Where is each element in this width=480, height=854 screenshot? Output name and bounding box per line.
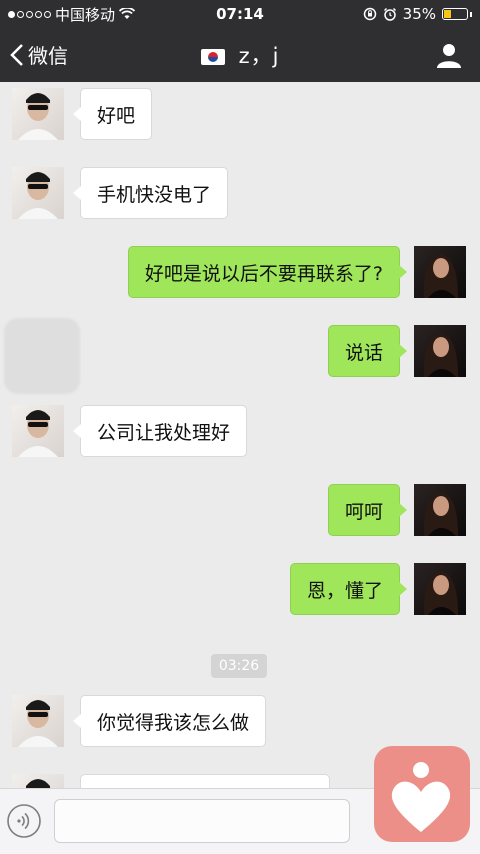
message-input[interactable] (54, 799, 350, 843)
message-bubble-sent[interactable]: 恩，懂了 (289, 563, 408, 615)
status-right: 35% (363, 5, 472, 23)
user-profile-icon (437, 44, 461, 68)
contact-avatar[interactable] (12, 167, 64, 219)
status-bar: 中国移动 07:14 35% (0, 0, 480, 28)
chat-title-text: z，j (238, 44, 280, 68)
contact-avatar[interactable] (12, 405, 64, 457)
heart-icon (391, 762, 451, 832)
alarm-icon (383, 7, 396, 21)
battery-icon (442, 8, 468, 20)
message-bubble-received[interactable]: 手机快没电了 (72, 167, 229, 219)
message-bubble-sent[interactable]: 呵呵 (327, 484, 408, 536)
message-bubble-received[interactable]: 公司让我处理好 (72, 405, 248, 457)
contact-avatar[interactable] (12, 695, 64, 747)
battery-percent: 35% (402, 5, 436, 23)
heart-app-icon[interactable] (374, 746, 470, 842)
orientation-lock-icon (363, 7, 376, 21)
korea-flag-icon (200, 49, 225, 65)
contact-avatar[interactable] (12, 774, 64, 788)
message-bubble-sent[interactable]: 好吧是说以后不要再联系了? (127, 246, 408, 298)
contact-avatar[interactable] (12, 88, 64, 140)
chat-header: 微信 z，j (0, 28, 480, 82)
message-list[interactable]: 好吧 手机快没电了 好吧是说以后不要再联系了? 说话 公司让我处理好 呵呵 恩，… (0, 82, 480, 788)
self-avatar[interactable] (414, 325, 466, 377)
voice-input-button[interactable] (6, 803, 42, 843)
self-avatar[interactable] (414, 563, 466, 615)
message-bubble-received[interactable]: 好吧 (72, 88, 153, 140)
user-profile-button[interactable] (436, 42, 462, 72)
message-bubble-received[interactable] (80, 774, 330, 788)
message-timestamp: 03:26 (211, 654, 267, 678)
battery-level (444, 10, 452, 18)
battery-cap (470, 11, 472, 17)
blurred-thumbnail (4, 318, 80, 394)
message-bubble-received[interactable]: 你觉得我该怎么做 (72, 695, 267, 747)
self-avatar[interactable] (414, 246, 466, 298)
self-avatar[interactable] (414, 484, 466, 536)
message-bubble-sent[interactable]: 说话 (327, 325, 408, 377)
voice-icon (7, 804, 41, 838)
chat-title: z，j (0, 40, 480, 70)
